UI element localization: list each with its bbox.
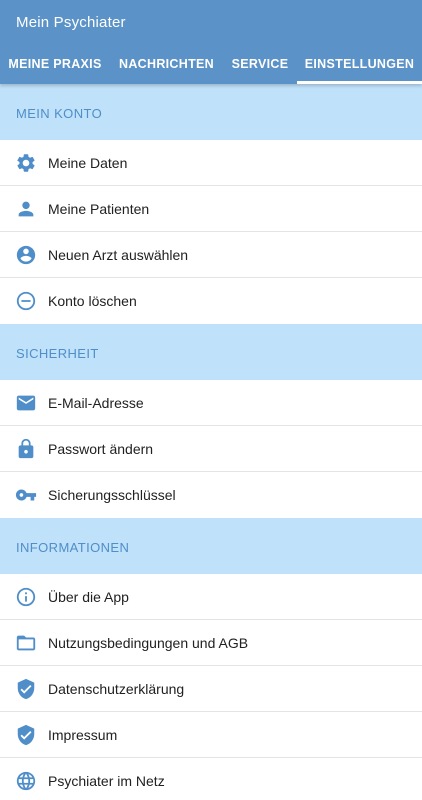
- person-icon: [0, 198, 48, 220]
- settings-item-neuen-arzt-auswaehlen[interactable]: Neuen Arzt auswählen: [0, 232, 422, 278]
- settings-item-label: E-Mail-Adresse: [48, 394, 144, 411]
- lock-icon: [0, 438, 48, 460]
- settings-item-label: Meine Patienten: [48, 200, 150, 217]
- tab-nachrichten[interactable]: NACHRICHTEN: [110, 44, 223, 84]
- tab-meine-praxis[interactable]: MEINE PRAXIS: [0, 44, 110, 84]
- info-icon: [0, 586, 48, 608]
- remove-circle-icon: [0, 290, 48, 312]
- settings-item-impressum[interactable]: Impressum: [0, 712, 422, 758]
- shield-check-icon: [0, 678, 48, 700]
- section-header-informationen: INFORMATIONEN: [0, 518, 422, 574]
- settings-item-label: Nutzungsbedingungen und AGB: [48, 634, 249, 651]
- settings-item-konto-loeschen[interactable]: Konto löschen: [0, 278, 422, 324]
- account-circle-icon: [0, 244, 48, 266]
- settings-item-nutzungsbedingungen[interactable]: Nutzungsbedingungen und AGB: [0, 620, 422, 666]
- settings-list: MEIN KONTO Meine Daten Meine Patienten N…: [0, 84, 422, 800]
- settings-item-label: Über die App: [48, 588, 129, 605]
- settings-item-label: Datenschutzerklärung: [48, 680, 185, 697]
- settings-item-meine-patienten[interactable]: Meine Patienten: [0, 186, 422, 232]
- folder-icon: [0, 632, 48, 654]
- settings-item-label: Neuen Arzt auswählen: [48, 246, 189, 263]
- settings-item-label: Sicherungsschlüssel: [48, 487, 176, 503]
- settings-item-passwort-aendern[interactable]: Passwort ändern: [0, 426, 422, 472]
- settings-item-label: Impressum: [48, 726, 118, 743]
- tab-bar: MEINE PRAXIS NACHRICHTEN SERVICE EINSTEL…: [0, 44, 422, 84]
- globe-icon: [0, 770, 48, 792]
- settings-item-label: Passwort ändern: [48, 440, 154, 457]
- tab-einstellungen[interactable]: EINSTELLUNGEN: [297, 44, 422, 84]
- tab-service[interactable]: SERVICE: [223, 44, 297, 84]
- shield-check-icon: [0, 724, 48, 746]
- mail-icon: [0, 392, 48, 414]
- settings-item-sicherungsschluessel[interactable]: Sicherungsschlüssel: [0, 472, 422, 518]
- gear-icon: [0, 152, 48, 174]
- settings-item-label: Psychiater im Netz: [48, 773, 165, 789]
- key-icon: [0, 484, 48, 506]
- settings-item-label: Meine Daten: [48, 154, 128, 171]
- settings-item-meine-daten[interactable]: Meine Daten: [0, 140, 422, 186]
- settings-item-email-adresse[interactable]: E-Mail-Adresse: [0, 380, 422, 426]
- settings-item-label: Konto löschen: [48, 293, 137, 309]
- section-header-sicherheit: SICHERHEIT: [0, 324, 422, 380]
- settings-item-ueber-die-app[interactable]: Über die App: [0, 574, 422, 620]
- app-bar: Mein Psychiater MEINE PRAXIS NACHRICHTEN…: [0, 0, 422, 84]
- app-title: Mein Psychiater: [16, 14, 126, 31]
- section-header-mein-konto: MEIN KONTO: [0, 84, 422, 140]
- settings-item-psychiater-im-netz[interactable]: Psychiater im Netz: [0, 758, 422, 800]
- settings-item-datenschutzerklaerung[interactable]: Datenschutzerklärung: [0, 666, 422, 712]
